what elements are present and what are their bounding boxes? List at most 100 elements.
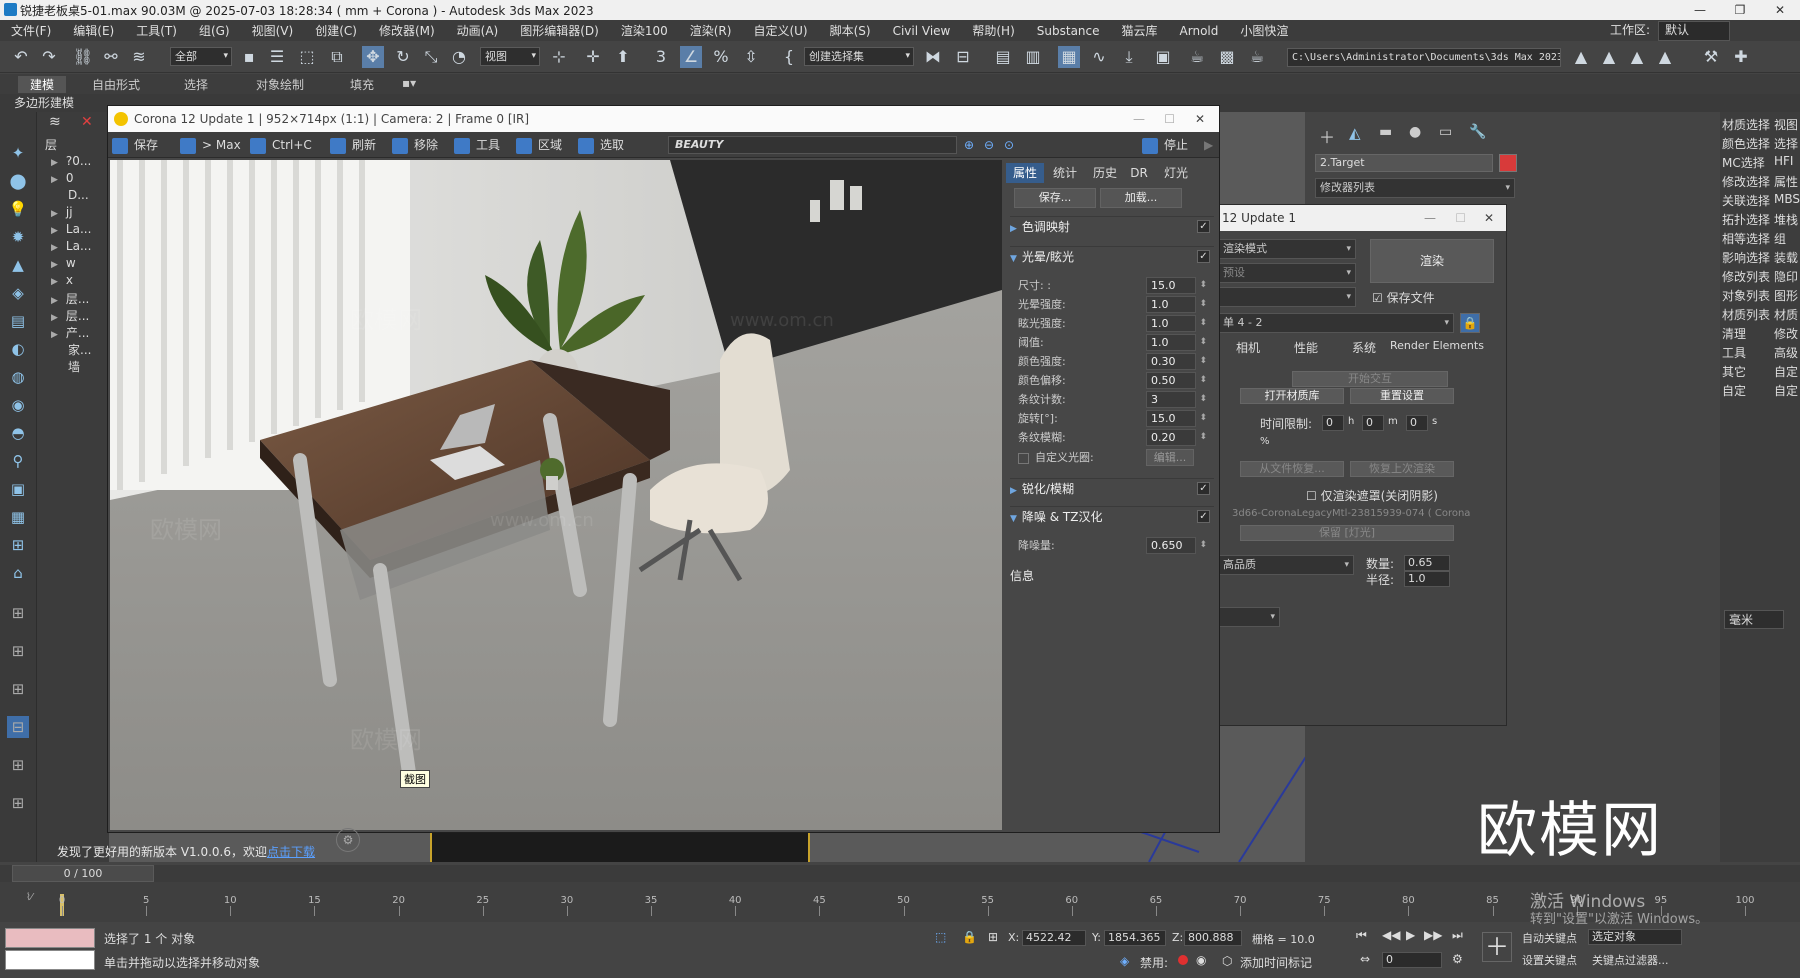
right-tool-button[interactable]: 材质选择: [1722, 116, 1770, 133]
ribbon-options-icon[interactable]: ▪▾: [402, 76, 416, 90]
param-value[interactable]: 0.20: [1146, 429, 1207, 446]
vfb-pick-button[interactable]: 选取: [578, 135, 624, 155]
isolate-icon[interactable]: ⬚: [935, 930, 946, 944]
open-explorer-icon[interactable]: ▲: [1598, 46, 1620, 68]
menu-civil-view[interactable]: Civil View: [882, 24, 962, 38]
display-icon[interactable]: ▤: [7, 310, 29, 332]
render-pass-dropdown[interactable]: BEAUTY: [668, 136, 957, 154]
redo-icon[interactable]: ↷: [38, 46, 60, 68]
display-tab-icon[interactable]: ▭: [1439, 124, 1452, 140]
right-tool-button[interactable]: 影响选择: [1722, 249, 1770, 266]
play-icon[interactable]: ▶: [1406, 928, 1415, 942]
custom-aperture-checkbox[interactable]: [1018, 452, 1029, 464]
menu-substance[interactable]: Substance: [1026, 24, 1111, 38]
resume-from-file-button[interactable]: 从文件恢复...: [1240, 461, 1344, 477]
right-tool-button[interactable]: 堆栈: [1774, 211, 1798, 228]
right-tool-button[interactable]: HFI: [1774, 154, 1793, 168]
record-icon[interactable]: [1178, 955, 1188, 965]
percent-snap-icon[interactable]: %: [710, 46, 732, 68]
vfb-load-preset-button[interactable]: 加载...: [1100, 188, 1182, 208]
param-value[interactable]: 3: [1146, 391, 1207, 408]
current-frame-field[interactable]: 0: [1382, 952, 1442, 968]
helper-icon[interactable]: ◈: [7, 282, 29, 304]
edit-aperture-button[interactable]: 编辑...: [1146, 449, 1194, 466]
vfb-tools-button[interactable]: 工具: [454, 135, 500, 155]
menu-edit[interactable]: 编辑(E): [62, 22, 125, 39]
restore-button[interactable]: ❐: [1720, 0, 1760, 20]
rs-tab-system[interactable]: 系统: [1352, 339, 1376, 356]
zoom-fit-icon[interactable]: ⊙: [1004, 135, 1014, 155]
select-by-name-icon[interactable]: ☰: [266, 46, 288, 68]
param-value[interactable]: 15.0: [1146, 410, 1207, 427]
vfb-stop-button[interactable]: 停止: [1142, 135, 1188, 155]
tool-extra-icon[interactable]: ⚒: [1700, 46, 1722, 68]
rs-minimize-button[interactable]: —: [1424, 205, 1436, 231]
right-tool-button[interactable]: 拓扑选择: [1722, 211, 1770, 228]
motion-icon[interactable]: ◉: [7, 394, 29, 416]
a360-icon[interactable]: ▲: [1570, 46, 1592, 68]
time-tag-icon[interactable]: ⬡: [1222, 954, 1232, 968]
rs-close-button[interactable]: ✕: [1484, 205, 1494, 231]
layer-row[interactable]: ▶ 层...: [51, 290, 89, 307]
download-link[interactable]: 点击下载: [267, 845, 315, 859]
snap-3d-icon[interactable]: 3: [650, 46, 672, 68]
right-tool-button[interactable]: 关联选择: [1722, 192, 1770, 209]
section-info[interactable]: 信息: [1010, 566, 1214, 586]
mask-only-checkbox[interactable]: ☐ 仅渲染遮罩(关闭阴影): [1306, 487, 1438, 504]
layer-row[interactable]: ▶ La...: [51, 222, 91, 236]
right-tool-button[interactable]: 隐印: [1774, 268, 1798, 285]
selection-lock-icon[interactable]: 🔒: [962, 930, 977, 944]
create-tab-icon[interactable]: ＋: [1319, 124, 1335, 148]
vfb-tab-lightmix[interactable]: 灯光: [1156, 163, 1196, 183]
key-target-dropdown[interactable]: 选定对象: [1588, 929, 1682, 945]
schematic-view-icon[interactable]: ⤓: [1118, 46, 1140, 68]
align-icon[interactable]: ⊟: [952, 46, 974, 68]
maxscript-input[interactable]: [5, 950, 95, 970]
material-editor-icon[interactable]: ▣: [1152, 46, 1174, 68]
right-tool-button[interactable]: 修改选择: [1722, 173, 1770, 190]
utility-icon[interactable]: ◐: [7, 338, 29, 360]
extra-dropdown[interactable]: [1218, 607, 1280, 627]
rs-tab-camera[interactable]: 相机: [1236, 339, 1260, 356]
radius-field[interactable]: 1.0: [1404, 571, 1450, 587]
go-start-icon[interactable]: ⏮: [1356, 928, 1367, 943]
vfb-close-button[interactable]: ✕: [1195, 106, 1205, 132]
set-key-button[interactable]: 设置关键点: [1522, 952, 1577, 968]
layer-row[interactable]: 家...: [51, 341, 91, 358]
rendered-frame-window-icon[interactable]: ▩: [1216, 46, 1238, 68]
container-icon[interactable]: ▣: [7, 478, 29, 500]
vfb-region-button[interactable]: 区域: [516, 135, 562, 155]
keep-light-button[interactable]: 保留 [灯光]: [1240, 525, 1454, 541]
reset-settings-button[interactable]: 重置设置: [1350, 388, 1454, 404]
close-explorer-icon[interactable]: ✕: [81, 114, 93, 130]
vfb-render-button[interactable]: ▶: [1204, 135, 1213, 155]
layer-row[interactable]: ▶ jj: [51, 205, 73, 219]
viewport-layout-icon[interactable]: ⊞: [7, 534, 29, 556]
right-tool-button[interactable]: 材质列表: [1722, 306, 1770, 323]
menu-animation[interactable]: 动画(A): [446, 22, 510, 39]
zoom-out-icon[interactable]: ⊖: [984, 135, 994, 155]
zoom-in-icon[interactable]: ⊕: [964, 135, 974, 155]
layer-row[interactable]: ▶ 0: [51, 171, 74, 185]
layer-row[interactable]: D...: [51, 188, 89, 202]
right-tool-button[interactable]: 属性: [1774, 173, 1798, 190]
vfb-tab-history[interactable]: 历史: [1086, 163, 1124, 183]
project-folder-dropdown[interactable]: C:\Users\Administrator\Documents\3ds Max…: [1287, 48, 1561, 67]
right-tool-button[interactable]: 图形: [1774, 287, 1798, 304]
named-selection-set-dropdown[interactable]: 创建选择集: [804, 47, 914, 66]
vfb-maximize-button[interactable]: ☐: [1164, 106, 1175, 132]
vfb-tomax-button[interactable]: > Max: [180, 135, 241, 155]
menu-scripting[interactable]: 脚本(S): [819, 22, 882, 39]
right-tool-button[interactable]: MC选择: [1722, 154, 1765, 171]
section-bloom-glare[interactable]: ▼ 光晕/眩光 ✓: [1010, 246, 1214, 266]
z-coordinate-field[interactable]: 800.888: [1184, 930, 1242, 946]
maxscript-listener[interactable]: [5, 928, 95, 948]
ribbon-tab-selection[interactable]: 选择: [184, 76, 208, 93]
right-tool-button[interactable]: 高级: [1774, 344, 1798, 361]
minimize-button[interactable]: —: [1680, 0, 1720, 20]
right-tool-button[interactable]: 视图: [1774, 116, 1798, 133]
menu-help[interactable]: 帮助(H): [961, 22, 1025, 39]
vfb-save-preset-button[interactable]: 保存...: [1014, 188, 1096, 208]
count-field[interactable]: 0.65: [1404, 555, 1450, 571]
right-tool-button[interactable]: 自定: [1774, 382, 1798, 399]
